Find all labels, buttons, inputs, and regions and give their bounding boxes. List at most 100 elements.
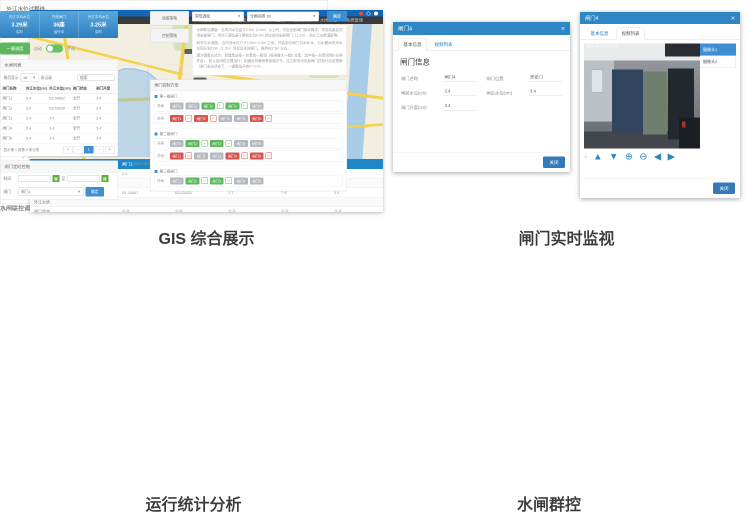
gate-badge[interactable]: 闸门4 <box>234 115 248 122</box>
gate-badge[interactable]: 闸门2 <box>186 102 200 109</box>
tab-基本信息[interactable]: 基本信息 <box>585 28 614 40</box>
confirm-button[interactable]: 确定 <box>327 11 347 22</box>
search-input[interactable] <box>78 74 115 81</box>
gate-badge[interactable]: 闸门3 <box>201 102 215 109</box>
page-button[interactable]: « <box>63 146 73 154</box>
timer-gate-value: 闸门1 <box>21 189 31 195</box>
gate-badge[interactable]: 闸门5 <box>250 115 264 122</box>
gate-badge[interactable]: 闸门2 <box>186 177 200 184</box>
pan-up-icon[interactable]: ▲ <box>593 152 602 162</box>
camera-item[interactable]: 摄像头2 <box>700 56 736 68</box>
gate-group: 第二组闸门开闸闸门1闸门2✓闸门3✓闸门4闸门5关闸闸门1✓闸门2闸门3闸门4✓… <box>151 128 347 166</box>
check-icon: ✓ <box>265 115 272 122</box>
camera-item[interactable]: 摄像头1 <box>700 44 736 56</box>
gate-badge[interactable]: 闸门5 <box>250 102 264 109</box>
field-value[interactable]: 3.4 <box>443 102 477 111</box>
row-label: 开闸 <box>157 178 168 183</box>
caption-group: 水闸群控 <box>398 492 700 515</box>
field-value[interactable]: 3.4 <box>529 88 563 97</box>
table-cell: 全开 <box>71 123 94 133</box>
table-cell: 3.4 <box>94 123 117 133</box>
close-icon[interactable]: × <box>731 15 735 22</box>
calendar-icon[interactable]: ▦ <box>53 175 60 182</box>
gate-badge[interactable]: 闸门1 <box>170 115 184 122</box>
tab-基本信息[interactable]: 基本信息 <box>398 39 427 51</box>
strategy-box-控制策略[interactable]: 控制策略 <box>150 29 189 44</box>
table-cell: 3.4 <box>24 113 47 123</box>
gate-badge[interactable]: 闸门3 <box>210 177 224 184</box>
mode-toggle[interactable] <box>46 45 63 53</box>
row-label: 关闸 <box>157 153 168 158</box>
close-window-icon[interactable] <box>374 11 378 15</box>
pan-down-icon[interactable]: ▼ <box>609 152 618 162</box>
gate-badge[interactable]: 闸门5 <box>250 177 264 184</box>
gate-badge[interactable]: 闸门5 <box>250 140 264 147</box>
stat-card: 内江平均水位3.29米实时 <box>0 11 40 38</box>
pagination-row: 显示第 1 到第 5 条记录 «‹1›» <box>1 144 118 157</box>
gate-badge[interactable]: 闸门5 <box>250 152 264 159</box>
timer-start-input[interactable] <box>19 175 51 182</box>
gate-badge[interactable]: 闸门3 <box>218 115 232 122</box>
group-name: 第二组闸门 <box>155 131 343 136</box>
close-icon[interactable]: × <box>561 25 565 32</box>
field-value[interactable]: 3.4 <box>443 88 477 97</box>
zoom-in-icon[interactable]: ⊕ <box>625 152 633 162</box>
ptz-controls: • ▲▼⊕⊖◀▶ <box>580 149 740 162</box>
form-field: 闸前水位(cm)3.4 <box>401 88 477 97</box>
gate-badge[interactable]: 闸门3 <box>210 152 224 159</box>
scheme-select[interactable]: 常规调度 ▼ <box>192 11 244 21</box>
timer-confirm-button[interactable]: 确定 <box>86 187 105 197</box>
gate-badge[interactable]: 闸门4 <box>234 140 248 147</box>
gate-badge[interactable]: 闸门3 <box>210 140 224 147</box>
field-value[interactable]: 天安门 <box>529 73 563 82</box>
check-icon: ✓ <box>226 178 233 185</box>
page-button[interactable]: 1 <box>84 146 94 154</box>
field-label: 闸门开度(cm) <box>401 105 440 111</box>
strategy-box-调度策略[interactable]: 调度策略 <box>150 11 189 26</box>
check-icon: ✓ <box>217 103 224 110</box>
gate-badge[interactable]: 闸门4 <box>226 102 240 109</box>
table-cell: 全开 <box>71 133 94 143</box>
gate-control-card: 闸门控制方案 第一组闸门开闸闸门1闸门2闸门3✓闸门4✓闸门5关闸闸门1✓闸门2… <box>150 79 347 191</box>
row-label: 关闸 <box>157 116 168 121</box>
table-row: 闸门13.453.34667全开3.4 <box>1 93 118 103</box>
table-row: 闸门53.43.4全开3.4 <box>1 133 118 143</box>
interval-select[interactable]: 分闸间隔 60 ▼ <box>247 11 319 21</box>
page-button[interactable]: ‹ <box>74 146 84 154</box>
pan-left-icon[interactable]: ◀ <box>654 152 661 162</box>
gate-badge[interactable]: 闸门1 <box>170 177 184 184</box>
gate-badge[interactable]: 闸门1 <box>170 102 184 109</box>
calendar-icon[interactable]: ▦ <box>101 175 108 182</box>
timer-end-input[interactable] <box>67 175 99 182</box>
tab-视频列表[interactable]: 视频列表 <box>616 28 645 40</box>
group-left-column: 内江平均水位3.29米实时在线闸门36座运行中外江平均水位3.25米实时 一键调… <box>0 11 118 200</box>
gate-badge[interactable]: 闸门2 <box>194 115 208 122</box>
table-cell <box>118 197 171 207</box>
table-cell <box>171 197 224 207</box>
pan-right-icon[interactable]: ▶ <box>668 152 675 162</box>
gate-badge[interactable]: 闸门2 <box>194 152 208 159</box>
card-title: 闸门定时控制 <box>1 161 118 173</box>
field-value[interactable]: 闸门4 <box>443 73 477 82</box>
page-button[interactable]: » <box>105 146 115 154</box>
gate-badge[interactable]: 闸门4 <box>226 152 240 159</box>
close-button[interactable]: 关闭 <box>713 183 735 195</box>
page-button[interactable]: › <box>95 146 105 154</box>
table-header: 外江水位(cm) <box>47 84 70 93</box>
close-button[interactable]: 关闭 <box>543 157 565 169</box>
tab-视频列表[interactable]: 视频列表 <box>429 39 458 51</box>
stat-card: 在线闸门36座运行中 <box>40 11 80 38</box>
gate-badge[interactable]: 闸门1 <box>170 152 184 159</box>
table-cell: 闸门3 <box>1 113 24 123</box>
zoom-out-icon[interactable]: ⊖ <box>639 152 647 162</box>
page-size-select[interactable]: 10 ▼ <box>21 74 39 82</box>
gate-badge[interactable]: 闸门4 <box>234 177 248 184</box>
record-icon[interactable] <box>359 11 363 15</box>
gate-badge[interactable]: 闸门2 <box>186 140 200 147</box>
dispatch-button[interactable]: 一键调度 <box>0 43 30 55</box>
timer-gate-select[interactable]: 闸门1 ▼ <box>19 188 84 197</box>
restore-icon[interactable] <box>367 11 371 15</box>
description-paragraph: 潮汐调度方式为：新建泵站每一台泵组一联调（每闸最大一组5 台泵，其中每一台泵间隔… <box>197 54 343 70</box>
stat-value: 36座 <box>40 21 79 29</box>
gate-badge[interactable]: 闸门1 <box>170 140 184 147</box>
